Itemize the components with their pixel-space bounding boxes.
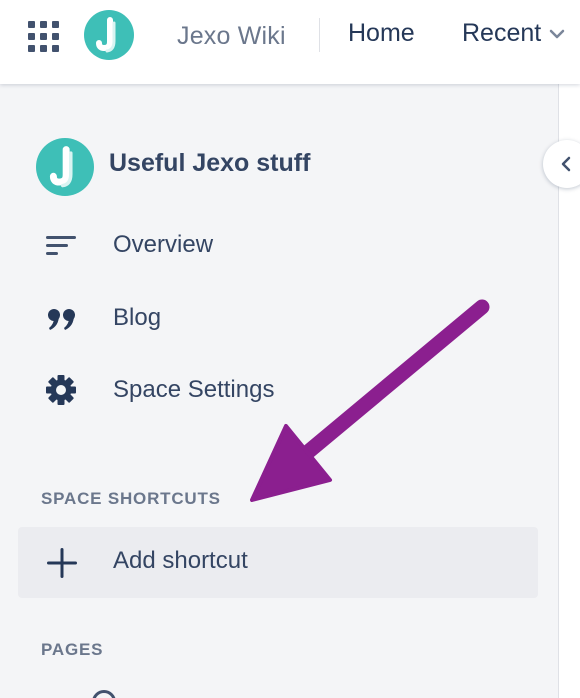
pages-header: PAGES: [41, 640, 104, 659]
sidebar-item-blog[interactable]: Blog: [0, 288, 540, 348]
chevron-left-icon: [561, 156, 571, 172]
nav-home-link[interactable]: Home: [348, 19, 415, 48]
top-navigation-bar: Jexo Wiki Home Recent: [0, 0, 580, 84]
sidebar-item-space-settings[interactable]: Space Settings: [0, 360, 540, 420]
nav-recent-dropdown[interactable]: Recent: [462, 19, 565, 48]
sidebar-item-label: Overview: [113, 231, 214, 258]
apps-grid-icon[interactable]: [28, 21, 60, 53]
space-avatar-icon[interactable]: [36, 138, 94, 196]
sidebar-item-label: Space Settings: [113, 376, 275, 403]
overview-lines-icon: [46, 236, 76, 255]
sidebar-item-label: Blog: [113, 304, 162, 331]
add-shortcut-label: Add shortcut: [113, 547, 248, 574]
app-title[interactable]: Jexo Wiki: [177, 22, 286, 51]
nav-recent-label: Recent: [462, 19, 542, 47]
add-shortcut-button[interactable]: Add shortcut: [18, 527, 538, 598]
jexo-logo-icon[interactable]: [84, 10, 134, 60]
plus-icon: [47, 548, 77, 578]
space-name[interactable]: Useful Jexo stuff: [109, 149, 310, 178]
quote-icon: [48, 309, 75, 330]
gear-icon: [46, 375, 76, 405]
sidebar-item-overview[interactable]: Overview: [0, 215, 540, 275]
header-divider: [319, 18, 320, 52]
space-shortcuts-header: SPACE SHORTCUTS: [41, 489, 221, 508]
chevron-down-icon: [549, 30, 565, 39]
